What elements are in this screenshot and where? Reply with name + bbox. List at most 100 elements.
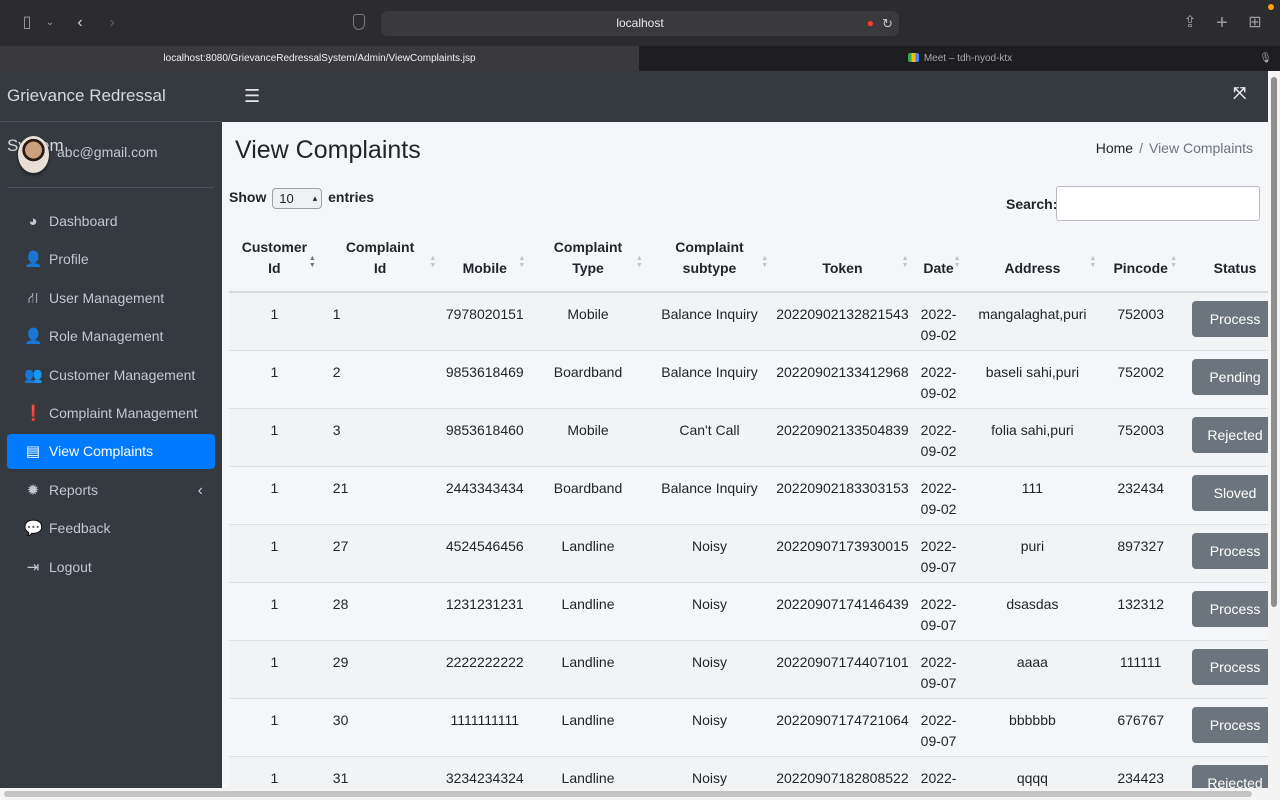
cell-token: 20220907173930015 <box>772 523 913 582</box>
status-button[interactable]: Rejected <box>1192 416 1268 453</box>
back-icon[interactable]: ‹ <box>72 12 88 34</box>
tab-view-complaints[interactable]: localhost:8080/GrievanceRedressalSystem/… <box>0 46 639 71</box>
cell-complaint-id: 1 <box>319 291 441 350</box>
column-header[interactable]: Complaint subtype ▲ ▼ <box>646 229 773 293</box>
cell-address: aaaa <box>964 639 1101 698</box>
header-line: Mobile <box>462 260 507 276</box>
address-bar[interactable]: localhost ● ↻ <box>381 11 899 36</box>
column-header[interactable]: Complaint Id ▲ ▼ <box>319 229 441 293</box>
cell-complaint-id: 29 <box>319 639 441 698</box>
status-button[interactable]: Sloved <box>1192 474 1268 511</box>
sidebar-item-view-complaints[interactable]: ▤ View Complaints <box>7 434 215 470</box>
scroll-thumb[interactable] <box>1271 77 1277 607</box>
sidebar-item-profile[interactable]: 👤 Profile <box>7 242 215 277</box>
column-header[interactable]: Token ▲ ▼ <box>772 229 913 293</box>
cell-subtype: Noisy <box>646 697 773 756</box>
table-row: 1 30 1111111111 Landline Noisy 20220907174721… <box>229 697 1268 756</box>
sidebar-item-dashboard[interactable]: ◕ Dashboard <box>7 204 215 239</box>
date-part: 2022- <box>920 653 957 670</box>
column-header[interactable]: Complaint Type ▲ ▼ <box>529 229 647 293</box>
status-button[interactable]: Process <box>1192 590 1268 627</box>
status-button[interactable]: Process <box>1192 706 1268 743</box>
column-header[interactable]: Mobile ▲ ▼ <box>440 229 530 293</box>
cell-pincode: 111111 <box>1100 639 1182 698</box>
browser-toolbar: ▯ ⌄ ‹ › localhost ● ↻ ⇪ + ⊞ <box>0 0 1280 46</box>
menu-icon[interactable]: ☰ <box>244 86 260 107</box>
cell-complaint-id: 21 <box>319 465 441 524</box>
header-line: subtype <box>682 260 737 276</box>
sidebar-toggle-icon[interactable]: ▯ <box>17 12 37 34</box>
cell-token: 20220907174721064 <box>772 697 913 756</box>
scroll-thumb[interactable] <box>4 791 1252 797</box>
cell-status: Rejected <box>1181 755 1268 788</box>
column-header[interactable]: Status▲▼ <box>1181 229 1268 293</box>
vertical-scrollbar[interactable] <box>1268 71 1280 800</box>
cell-status: Process <box>1181 523 1268 582</box>
cell-subtype: Balance Inquiry <box>646 291 773 350</box>
chevron-down-icon[interactable]: ⌄ <box>44 12 56 34</box>
brand-link[interactable]: Grievance Redressal System <box>0 71 222 155</box>
sidebar-item-label: Profile <box>49 251 89 268</box>
column-header[interactable]: Pincode ▲ ▼ <box>1100 229 1182 293</box>
sidebar-item-label: Feedback <box>49 520 111 537</box>
status-button[interactable]: Process <box>1192 301 1268 337</box>
fullscreen-icon[interactable]: ⤧ <box>1233 85 1246 103</box>
entries-select[interactable]: 10 ▴ <box>272 188 323 209</box>
date-part: 2022- <box>920 769 957 786</box>
table-row: 1 28 1231231231 Landline Noisy 20220907174146… <box>229 581 1268 640</box>
breadcrumb-home[interactable]: Home <box>1096 140 1133 156</box>
reload-icon[interactable]: ↻ <box>882 11 893 36</box>
status-button[interactable]: Pending <box>1192 358 1268 395</box>
sidebar-item-role-management[interactable]: 👤 Role Management <box>7 319 215 354</box>
cell-date: 2022- <box>912 755 965 788</box>
privacy-shield-icon[interactable] <box>353 14 365 30</box>
tab-overview-icon[interactable]: ⊞ <box>1246 12 1264 34</box>
horizontal-scrollbar[interactable] <box>0 788 1268 800</box>
search-input[interactable] <box>1056 186 1260 221</box>
sidebar-item-user-management[interactable]: ⛙ User Management <box>7 281 215 316</box>
sidebar-item-customer-management[interactable]: 👥 Customer Management <box>7 358 215 393</box>
cell-status: Pending <box>1181 349 1268 408</box>
sidebar-item-reports[interactable]: ✹ Reports ‹ <box>7 473 215 508</box>
sidebar-item-label: View Complaints <box>49 443 154 460</box>
browser-tab-bar: localhost:8080/GrievanceRedressalSystem/… <box>0 46 1280 71</box>
sort-icon: ▲ ▼ <box>635 255 643 269</box>
date-part: 2022- <box>920 306 957 322</box>
page-title: View Complaints <box>235 136 421 164</box>
microphone-icon: 🎙 <box>1259 53 1272 64</box>
cell-mobile: 2222222222 <box>440 639 530 698</box>
cell-token: 20220902133504839 <box>772 407 913 466</box>
share-icon[interactable]: ⇪ <box>1182 12 1198 34</box>
header-line: Complaint <box>553 239 623 255</box>
cell-address: mangalaghat,puri <box>964 291 1101 350</box>
cell-date: 2022- 09-07 <box>912 697 965 756</box>
cell-type: Landline <box>529 697 647 756</box>
new-tab-icon[interactable]: + <box>1214 12 1230 34</box>
column-header[interactable]: Customer Id ▲ ▼ <box>229 229 320 293</box>
sidebar-item-logout[interactable]: ⇥ Logout <box>7 550 215 585</box>
cell-type: Landline <box>529 523 647 582</box>
status-button[interactable]: Rejected <box>1192 764 1268 788</box>
cell-type: Landline <box>529 755 647 788</box>
column-header[interactable]: Address ▲ ▼ <box>964 229 1101 293</box>
entries-length-control: Show 10 ▴ entries <box>229 188 374 209</box>
sidebar-item-feedback[interactable]: 💬 Feedback <box>7 511 215 546</box>
cell-address: bbbbbb <box>964 697 1101 756</box>
user-email[interactable]: abc@gmail.com <box>57 144 158 160</box>
microphone-icon[interactable]: ● <box>867 11 874 36</box>
show-label: Show <box>229 189 267 205</box>
tab-meet[interactable]: Meet – tdh-nyod-ktx 🎙 <box>640 46 1280 71</box>
cell-status: Process <box>1181 291 1268 350</box>
sidebar-item-complaint-management[interactable]: ❗ Complaint Management <box>7 396 215 431</box>
cell-token: 20220902133412968 <box>772 349 913 408</box>
forward-icon[interactable]: › <box>104 12 120 34</box>
status-button[interactable]: Process <box>1192 648 1268 685</box>
breadcrumb-current: View Complaints <box>1148 140 1253 156</box>
header-line: Id <box>373 260 387 276</box>
cell-subtype: Balance Inquiry <box>646 465 773 524</box>
table-header-row: Customer Id ▲ ▼ Complaint Id ▲ ▼ Mobile ▲ ▼ Complai… <box>229 229 1268 293</box>
table-row: 1 29 2222222222 Landline Noisy 20220907174407… <box>229 639 1268 698</box>
status-button[interactable]: Process <box>1192 532 1268 569</box>
table-row: 1 21 2443343434 Boardband Balance Inquiry 202… <box>229 465 1268 524</box>
column-header[interactable]: Date ▲ ▼ <box>912 229 965 293</box>
